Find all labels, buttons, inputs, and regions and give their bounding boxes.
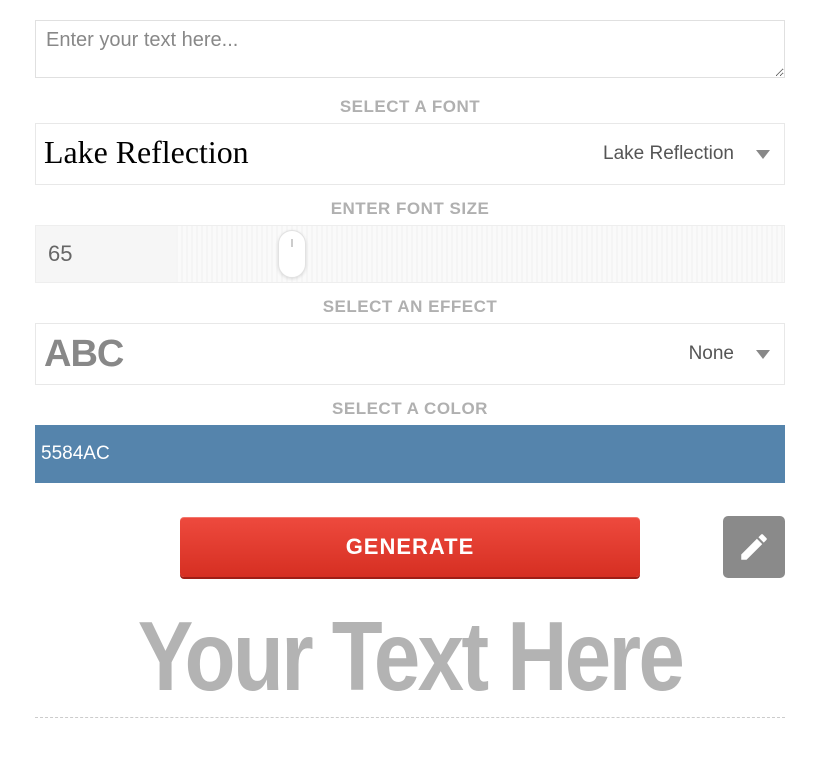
edit-button[interactable] — [723, 516, 785, 578]
select-font-label: SELECT A FONT — [35, 97, 785, 117]
enter-font-size-label: ENTER FONT SIZE — [35, 199, 785, 219]
font-select-value: Lake Reflection — [603, 143, 734, 165]
effect-select-value: None — [689, 343, 734, 365]
select-effect-label: SELECT AN EFFECT — [35, 297, 785, 317]
color-select[interactable]: 5584AC — [35, 425, 785, 483]
font-size-input[interactable] — [36, 226, 176, 282]
output-preview-text: Your Text Here — [91, 607, 729, 705]
svg-text:Lake Reflection: Lake Reflection — [44, 135, 249, 170]
generate-button[interactable]: GENERATE — [180, 517, 640, 577]
action-row: GENERATE — [35, 517, 785, 577]
chevron-down-icon — [756, 150, 770, 159]
color-value: 5584AC — [41, 443, 110, 465]
font-preview: Lake Reflection — [44, 124, 593, 184]
slider-thumb[interactable] — [278, 230, 306, 278]
select-color-label: SELECT A COLOR — [35, 399, 785, 419]
effect-preview-text: ABC — [44, 333, 123, 376]
text-input[interactable] — [35, 20, 785, 78]
font-select[interactable]: Lake Reflection Lake Reflection — [35, 123, 785, 185]
divider — [35, 717, 785, 718]
font-size-slider[interactable] — [176, 226, 784, 282]
pencil-icon — [737, 530, 771, 564]
effect-preview: ABC — [44, 324, 679, 384]
font-size-row — [35, 225, 785, 283]
chevron-down-icon — [756, 350, 770, 359]
effect-select[interactable]: ABC None — [35, 323, 785, 385]
